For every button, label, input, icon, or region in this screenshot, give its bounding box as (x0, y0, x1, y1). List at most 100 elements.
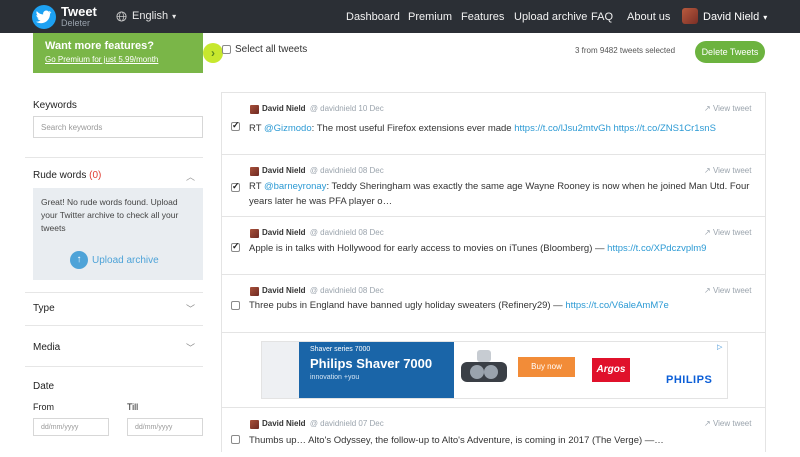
nav-upload-archive[interactable]: Upload archive (514, 11, 587, 23)
select-all-label: Select all tweets (235, 44, 308, 55)
tweet-row: David Nield @ davidnield 08 Dec ↗ View t… (222, 155, 765, 217)
tweet-checkbox[interactable] (231, 301, 240, 310)
type-filter-label[interactable]: Type (33, 303, 55, 314)
logo[interactable]: Tweet Deleter (32, 4, 97, 29)
tweet-handle-date: @ davidnield 08 Dec (309, 286, 384, 295)
nav-about-us[interactable]: About us (627, 11, 670, 23)
view-tweet-label: View tweet (712, 419, 752, 428)
tweet-avatar (250, 229, 259, 238)
external-link-icon: ↗ (704, 419, 711, 428)
rude-words-count: (0) (89, 170, 102, 181)
view-tweet-link[interactable]: ↗ View tweet (704, 286, 751, 295)
tweet-checkbox[interactable] (231, 120, 240, 131)
tweet-text: Thumbs up… Alto's Odyssey, the follow-up… (249, 433, 754, 448)
divider (25, 292, 203, 293)
view-tweet-link[interactable]: ↗ View tweet (704, 166, 751, 175)
rude-words-text: Rude words (33, 170, 87, 181)
keywords-label: Keywords (33, 100, 77, 111)
tweet-header: David Nield @ davidnield 08 Dec (262, 228, 384, 237)
select-all-checkbox[interactable] (222, 45, 231, 54)
tweet-text: RT @Gizmodo: The most useful Firefox ext… (249, 121, 754, 136)
chevron-down-icon[interactable]: ﹀ (186, 341, 195, 354)
nav-features[interactable]: Features (461, 11, 504, 23)
text-segment: RT (249, 123, 264, 134)
user-menu[interactable]: David Nield ▾ (703, 11, 767, 23)
ad-philips-logo-panel (262, 342, 299, 398)
tweet-checkbox[interactable] (231, 241, 240, 252)
media-filter-label[interactable]: Media (33, 342, 60, 353)
ad-headline-panel: Shaver series 7000 Philips Shaver 7000 i… (299, 342, 454, 398)
view-tweet-label: View tweet (712, 228, 752, 237)
keywords-input[interactable]: Search keywords (33, 116, 203, 138)
mention-link[interactable]: @barneyronay (264, 181, 326, 192)
text-segment: Three pubs in England have banned ugly h… (249, 300, 566, 311)
adchoices-icon[interactable]: ▷ (717, 343, 722, 351)
nav-dashboard[interactable]: Dashboard (346, 11, 400, 23)
text-segment: Thumbs up… Alto's Odyssey, the follow-up… (249, 435, 664, 446)
tweet-header: David Nield @ davidnield 08 Dec (262, 286, 384, 295)
tweet-row: David Nield @ davidnield 10 Dec ↗ View t… (222, 93, 765, 155)
tweet-author: David Nield (262, 166, 306, 175)
select-all[interactable]: Select all tweets (222, 44, 307, 55)
tweet-author: David Nield (262, 228, 306, 237)
tweet-avatar (250, 287, 259, 296)
date-label: Date (33, 381, 55, 392)
ad-product: Philips Shaver 7000 (310, 356, 433, 371)
top-nav: Tweet Deleter English ▾ Dashboard Premiu… (0, 0, 800, 33)
tweet-handle-date: @ davidnield 10 Dec (309, 104, 384, 113)
tweet-author: David Nield (262, 286, 306, 295)
tweet-text: Apple is in talks with Hollywood for ear… (249, 241, 754, 256)
language-label: English (132, 10, 169, 22)
tweet-header: David Nield @ davidnield 07 Dec (262, 419, 384, 428)
tweet-text: Three pubs in England have banned ugly h… (249, 298, 754, 313)
view-tweet-link[interactable]: ↗ View tweet (704, 228, 751, 237)
tweet-avatar (250, 167, 259, 176)
promo-title: Want more features? (45, 40, 155, 52)
tweet-text: RT @barneyronay: Teddy Sheringham was ex… (249, 179, 754, 209)
tweet-handle-date: @ davidnield 08 Dec (309, 228, 384, 237)
tweet-checkbox[interactable] (231, 181, 240, 192)
chevron-down-icon[interactable]: ﹀ (186, 302, 195, 315)
view-tweet-link[interactable]: ↗ View tweet (704, 419, 751, 428)
premium-promo[interactable]: Want more features? Go Premium for just … (33, 33, 223, 73)
mention-link[interactable]: @Gizmodo (264, 123, 312, 134)
external-link-icon: ↗ (704, 228, 711, 237)
from-label: From (33, 402, 54, 412)
delete-tweets-button[interactable]: Delete Tweets (695, 41, 765, 63)
language-selector[interactable]: English ▾ (116, 10, 176, 22)
rude-words-label: Rude words (0) (33, 170, 101, 181)
url-link[interactable]: https://t.co/lJsu2mtvGh (514, 123, 611, 134)
view-tweet-label: View tweet (712, 286, 752, 295)
nav-premium[interactable]: Premium (408, 11, 452, 23)
till-date-input[interactable]: dd/mm/yyyy (127, 418, 203, 436)
upload-archive-button[interactable]: ↑ Upload archive (70, 251, 159, 269)
upload-archive-label: Upload archive (92, 254, 159, 266)
caret-down-icon: ▾ (763, 13, 768, 22)
user-avatar[interactable] (682, 8, 698, 24)
bird-icon (32, 4, 56, 29)
from-date-input[interactable]: dd/mm/yyyy (33, 418, 109, 436)
caret-down-icon: ▾ (172, 11, 177, 21)
tweet-avatar (250, 420, 259, 429)
ad-buy-now-button[interactable]: Buy now (518, 357, 575, 377)
advertisement[interactable]: Shaver series 7000 Philips Shaver 7000 i… (261, 341, 728, 399)
logo-subtitle: Deleter (61, 18, 91, 28)
text-segment: : The most useful Firefox extensions eve… (311, 123, 515, 134)
ad-series: Shaver series 7000 (310, 346, 371, 353)
tweet-row: David Nield @ davidnield 08 Dec ↗ View t… (222, 217, 765, 275)
tweet-row: David Nield @ davidnield 08 Dec ↗ View t… (222, 275, 765, 333)
chevron-up-icon[interactable]: ︿ (186, 170, 195, 183)
rude-words-message: Great! No rude words found. Upload your … (41, 197, 179, 233)
tweet-checkbox[interactable] (231, 435, 240, 444)
ad-tagline: innovation +you (310, 374, 360, 381)
upload-icon: ↑ (70, 251, 88, 269)
url-link[interactable]: https://t.co/ZNS1Cr1snS (614, 123, 716, 134)
promo-link[interactable]: Go Premium for just 5.99/month (45, 55, 203, 64)
nav-faq[interactable]: FAQ (591, 11, 613, 23)
shaver-image (461, 350, 507, 382)
url-link[interactable]: https://t.co/XPdczvplm9 (607, 243, 706, 254)
tweet-author: David Nield (262, 419, 306, 428)
view-tweet-link[interactable]: ↗ View tweet (704, 104, 751, 113)
arrow-right-icon[interactable]: › (203, 43, 223, 63)
url-link[interactable]: https://t.co/V6aleAmM7e (565, 300, 669, 311)
